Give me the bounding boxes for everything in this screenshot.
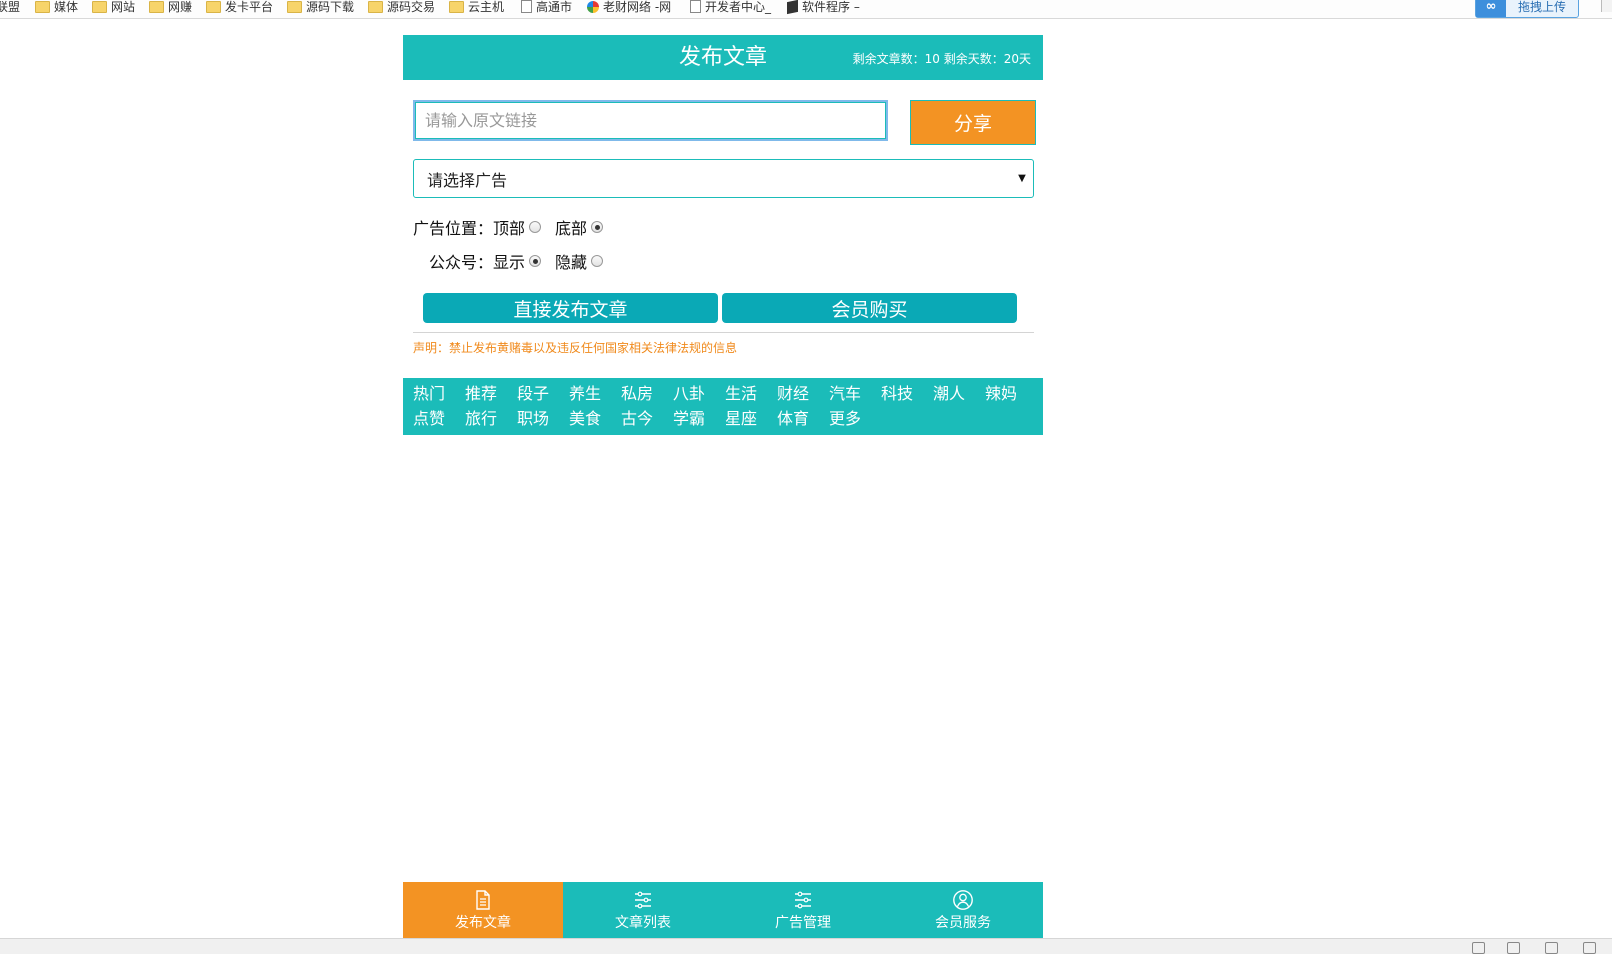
- divider: [413, 332, 1034, 333]
- folder-icon: [368, 0, 383, 13]
- radio-hide[interactable]: [591, 255, 604, 267]
- bookmark-item[interactable]: 开发者中心_: [690, 0, 771, 15]
- publish-article-page: 发布文章 剩余文章数：10 剩余天数：20天 分享 请选择广告 ▼ 广告位置： …: [403, 35, 1043, 435]
- site-logo-icon: [587, 0, 599, 13]
- bookmark-item[interactable]: 网赚: [149, 0, 192, 15]
- ad-select-value: 请选择广告: [427, 170, 508, 190]
- quota-text: 剩余文章数：10 剩余天数：20天: [852, 52, 1031, 66]
- publish-directly-button[interactable]: 直接发布文章: [423, 293, 718, 323]
- status-icon: [1545, 942, 1558, 954]
- category-link[interactable]: 点赞: [413, 407, 465, 432]
- ad-position-label: 广告位置：: [413, 219, 494, 238]
- category-link[interactable]: 财经: [777, 382, 829, 407]
- document-icon: [476, 889, 490, 910]
- page-header: 发布文章 剩余文章数：10 剩余天数：20天: [403, 35, 1043, 80]
- category-link[interactable]: 私房: [621, 382, 673, 407]
- folder-icon: [92, 0, 107, 13]
- folder-icon: [35, 0, 50, 13]
- tab-article-list[interactable]: 文章列表: [563, 882, 723, 938]
- bookmark-item[interactable]: 云主机: [449, 0, 504, 15]
- category-link[interactable]: 古今: [621, 407, 673, 432]
- category-bar: 热门 推荐 段子 养生 私房 八卦 生活 财经 汽车 科技 潮人 辣妈点赞 旅行 职场 美食 古今 学霸 星座 体育…: [403, 378, 1043, 435]
- bookmark-item[interactable]: 媒体: [35, 0, 78, 15]
- ad-position-row: 广告位置： 顶部 底部: [413, 215, 617, 239]
- browser-status-bar: [0, 938, 1612, 954]
- window-edge: [1601, 0, 1612, 12]
- category-link[interactable]: 体育: [777, 407, 829, 432]
- category-link[interactable]: 八卦: [673, 382, 725, 407]
- radio-show[interactable]: [529, 255, 542, 267]
- cloud-upload-icon: ∞: [1476, 0, 1506, 17]
- ad-position-bottom-option[interactable]: 底部: [555, 215, 604, 239]
- member-buy-button[interactable]: 会员购买: [722, 293, 1017, 323]
- category-link[interactable]: 辣妈: [985, 382, 1037, 407]
- status-icon: [1507, 942, 1520, 954]
- category-link[interactable]: 潮人: [933, 382, 985, 407]
- tab-member-service[interactable]: 会员服务: [883, 882, 1043, 938]
- radio-top[interactable]: [529, 221, 542, 233]
- official-account-hide-option[interactable]: 隐藏: [555, 249, 604, 273]
- ad-select[interactable]: 请选择广告 ▼: [413, 159, 1034, 198]
- drag-upload-button[interactable]: ∞ 拖拽上传: [1475, 0, 1579, 18]
- action-buttons: 直接发布文章 会员购买: [423, 293, 1017, 323]
- ad-position-top-option[interactable]: 顶部: [493, 215, 542, 239]
- legal-notice: 声明：禁止发布黄赌毒以及违反任何国家相关法律法规的信息: [413, 341, 738, 355]
- dropdown-arrow-icon: ▼: [1018, 173, 1026, 184]
- bookmark-item[interactable]: 软件程序 –: [787, 0, 860, 15]
- share-button[interactable]: 分享: [910, 100, 1036, 145]
- folder-icon: [206, 0, 221, 13]
- page-icon: [690, 0, 701, 13]
- folder-icon: [449, 0, 464, 13]
- category-link[interactable]: 职场: [517, 407, 569, 432]
- page-icon: [521, 0, 532, 13]
- category-link[interactable]: 星座: [725, 407, 777, 432]
- bookmark-item[interactable]: 发卡平台: [206, 0, 273, 15]
- category-link[interactable]: 汽车: [829, 382, 881, 407]
- category-link[interactable]: 旅行: [465, 407, 517, 432]
- list-icon: [635, 891, 651, 908]
- folder-icon: [149, 0, 164, 13]
- bookmark-item[interactable]: 联盟: [0, 0, 20, 15]
- category-grid: 热门 推荐 段子 养生 私房 八卦 生活 财经 汽车 科技 潮人 辣妈点赞 旅行 职场 美食 古今 学霸 星座 体育…: [413, 382, 1037, 432]
- box-logo-icon: [787, 0, 798, 14]
- bookmark-item[interactable]: 老财网络 -网: [587, 0, 671, 15]
- url-share-row: 分享: [413, 100, 1036, 145]
- radio-bottom[interactable]: [591, 221, 604, 233]
- bookmark-item[interactable]: 源码下载: [287, 0, 354, 15]
- category-link[interactable]: 生活: [725, 382, 777, 407]
- list-icon: [795, 891, 811, 908]
- status-icon: [1472, 942, 1485, 954]
- category-link[interactable]: 更多: [829, 407, 881, 432]
- status-icon: [1583, 942, 1596, 954]
- official-account-label: 公众号：: [429, 253, 494, 272]
- user-icon: [953, 889, 973, 910]
- official-account-row: 公众号： 显示 隐藏: [429, 249, 617, 273]
- bookmarks-bar: 联盟 媒体 网站 网赚 发卡平台 源码下载 源码交易 云主机 高通市 老财网络 …: [0, 0, 1612, 19]
- bookmark-item[interactable]: 高通市: [521, 0, 572, 15]
- category-link[interactable]: 学霸: [673, 407, 725, 432]
- article-url-input[interactable]: [413, 100, 888, 141]
- tab-ad-management[interactable]: 广告管理: [723, 882, 883, 938]
- bookmark-item[interactable]: 网站: [92, 0, 135, 15]
- bottom-tab-bar: 发布文章 文章列表 广告管理 会员服务: [403, 882, 1043, 938]
- category-link[interactable]: 科技: [881, 382, 933, 407]
- category-link[interactable]: 段子: [517, 382, 569, 407]
- category-link[interactable]: 推荐: [465, 382, 517, 407]
- category-link[interactable]: 养生: [569, 382, 621, 407]
- bookmark-item[interactable]: 源码交易: [368, 0, 435, 15]
- category-link[interactable]: 热门: [413, 382, 465, 407]
- official-account-show-option[interactable]: 显示: [493, 249, 542, 273]
- category-link[interactable]: 美食: [569, 407, 621, 432]
- tab-publish-article[interactable]: 发布文章: [403, 882, 563, 938]
- folder-icon: [287, 0, 302, 13]
